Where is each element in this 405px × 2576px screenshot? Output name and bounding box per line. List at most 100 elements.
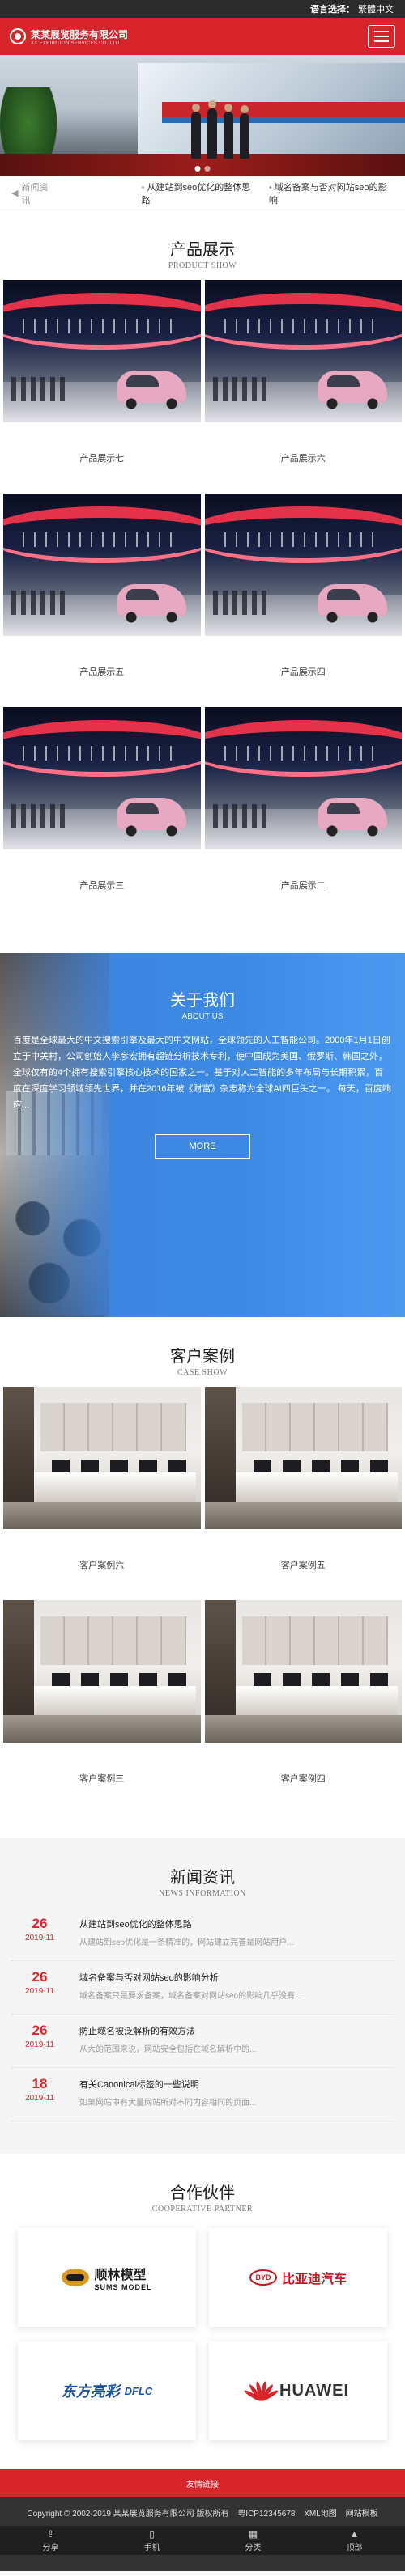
product-image (3, 280, 201, 422)
product-image (204, 494, 402, 636)
hero-banner[interactable] (0, 55, 405, 176)
cases-subtitle: CASE SHOW (177, 1368, 228, 1377)
case-card[interactable]: 客户案例三 (3, 1600, 201, 1814)
template-link[interactable]: 网站模板 (346, 2510, 378, 2519)
site-header: 某某展览服务有限公司 XX EXHIBITION SERVICES CO.,LT… (0, 18, 405, 55)
nav-mobile[interactable]: ▯ 手机 (101, 2526, 202, 2555)
partner-grid: 顺林模型 SUMS MODEL BYD 比亚迪汽车 东方亮彩 DFLC HUAWE… (0, 2214, 405, 2440)
nav-top[interactable]: ▲ 顶部 (304, 2526, 405, 2555)
case-card[interactable]: 客户案例五 (204, 1387, 402, 1600)
product-image (3, 707, 201, 849)
news-item[interactable]: 26 2019-11 防止域名被泛解析的有效方法 从大的范围来说，网站安全包括在域名… (11, 2015, 394, 2068)
huawei-petal-icon (243, 2379, 279, 2403)
site-logo[interactable]: 某某展览服务有限公司 XX EXHIBITION SERVICES CO.,LT… (10, 28, 128, 46)
nav-share[interactable]: ⇪ 分享 (0, 2526, 101, 2555)
icp-link[interactable]: 粤ICP12345678 (237, 2510, 295, 2519)
case-image (204, 1600, 402, 1743)
partner-card[interactable]: BYD 比亚迪汽车 (209, 2228, 387, 2327)
news-item[interactable]: 18 2019-11 有关Canonical标签的一些说明 如果网站中有大量网站所对… (11, 2068, 394, 2121)
product-caption: 产品展示六 (280, 454, 326, 464)
product-card[interactable]: 产品展示三 (3, 707, 201, 921)
sums-logo-icon (62, 2269, 90, 2286)
case-caption: 客户案例四 (280, 1774, 326, 1784)
news-item-title: 域名备案与否对网站seo的影响分析 (79, 1973, 219, 1983)
company-name-en: XX EXHIBITION SERVICES CO.,LTD (31, 40, 120, 46)
company-name: 某某展览服务有限公司 (31, 28, 129, 40)
partner-card[interactable]: 东方亮彩 DFLC (18, 2341, 196, 2440)
news-item[interactable]: 26 2019-11 域名备案与否对网站seo的影响分析 域名备案只是要求备案，域名… (11, 1961, 394, 2015)
cases-heading: 客户案例 CASE SHOW (0, 1317, 405, 1377)
dflc-logo: 东方亮彩 DFLC (61, 2383, 153, 2400)
friend-links-bar[interactable]: 友情链接 (0, 2469, 405, 2497)
menu-button[interactable] (368, 25, 395, 48)
partners-title: 合作伙伴 (170, 2184, 235, 2202)
nav-category[interactable]: ▦ 分类 (202, 2526, 304, 2555)
news-heading: 新闻资讯 NEWS INFORMATION (0, 1838, 405, 1898)
sums-model-logo: 顺林模型 SUMS MODEL (62, 2264, 151, 2291)
case-image (3, 1600, 201, 1743)
product-caption: 产品展示三 (79, 881, 125, 891)
about-section: 关于我们 ABOUT US 百度是全球最大的中文搜索引擎及最大的中文网站，全球领… (0, 953, 405, 1317)
case-caption: 客户案例五 (280, 1561, 326, 1570)
news-day: 18 (32, 2076, 48, 2091)
xml-sitemap-link[interactable]: XML地图 (304, 2510, 337, 2519)
product-card[interactable]: 产品展示六 (204, 280, 402, 494)
partners-heading: 合作伙伴 COOPERATIVE PARTNER (0, 2154, 405, 2214)
hamburger-icon (374, 31, 389, 32)
news-section: 新闻资讯 NEWS INFORMATION 26 2019-11 从建站到seo优… (0, 1838, 405, 2154)
news-ticker: ◀ 新闻资讯 从建站到seo优化的整体思路 域名备案与否对网站seo的影响 (0, 176, 405, 210)
product-caption: 产品展示五 (79, 667, 125, 677)
product-image (204, 280, 402, 422)
news-item-desc: 从大的范围来说，网站安全包括在域名解析中的... (79, 2045, 257, 2054)
case-grid: 客户案例六 客户案例五 客户案例三 客户案例四 (0, 1377, 405, 1814)
news-day: 26 (32, 2023, 48, 2038)
ticker-item[interactable]: 从建站到seo优化的整体思路 (142, 180, 258, 206)
ticker-label: ◀ 新闻资讯 (11, 182, 49, 205)
case-caption: 客户案例三 (79, 1774, 125, 1784)
product-card[interactable]: 产品展示四 (204, 494, 402, 707)
product-card[interactable]: 产品展示七 (3, 280, 201, 494)
product-caption: 产品展示二 (280, 881, 326, 891)
case-card[interactable]: 客户案例四 (204, 1600, 402, 1814)
partners-subtitle: COOPERATIVE PARTNER (151, 2205, 254, 2214)
news-title: 新闻资讯 (170, 1869, 235, 1887)
product-image (3, 494, 201, 636)
bottom-nav: ⇪ 分享 ▯ 手机 ▦ 分类 ▲ 顶部 (0, 2526, 405, 2555)
share-icon: ⇪ (46, 2527, 55, 2540)
byd-logo: BYD 比亚迪汽车 (249, 2268, 347, 2287)
news-month: 2019-11 (25, 2094, 54, 2103)
products-subtitle: PRODUCT SHOW (168, 261, 237, 270)
banner-dot[interactable] (194, 166, 201, 172)
news-subtitle: NEWS INFORMATION (159, 1889, 246, 1898)
case-image (204, 1387, 402, 1529)
partner-card[interactable]: 顺林模型 SUMS MODEL (18, 2228, 196, 2327)
about-more-button[interactable]: MORE (155, 1134, 250, 1159)
banner-dot[interactable] (204, 166, 211, 172)
case-caption: 客户案例六 (79, 1561, 125, 1570)
ticker-item[interactable]: 域名备案与否对网站seo的影响 (269, 180, 394, 206)
product-card[interactable]: 产品展示五 (3, 494, 201, 707)
phone-icon: ▯ (149, 2527, 155, 2540)
news-month: 2019-11 (25, 1987, 54, 1996)
news-item-title: 防止域名被泛解析的有效方法 (79, 2027, 195, 2036)
case-card[interactable]: 客户案例六 (3, 1387, 201, 1600)
news-day: 26 (32, 1916, 48, 1931)
top-bar: 语言选择： 繁體中文 (0, 0, 405, 18)
case-image (3, 1387, 201, 1529)
friend-links-label: 友情链接 (186, 2480, 219, 2489)
product-card[interactable]: 产品展示二 (204, 707, 402, 921)
partner-card[interactable]: HUAWEI (209, 2341, 387, 2440)
logo-mark-icon (10, 28, 26, 44)
arrow-up-icon: ▲ (349, 2527, 360, 2540)
news-item[interactable]: 26 2019-11 从建站到seo优化的整体思路 从建站到seo优化是一条精准的，… (11, 1908, 394, 1961)
language-traditional-link[interactable]: 繁體中文 (358, 2, 394, 15)
speaker-icon: ◀ (11, 189, 19, 198)
product-caption: 产品展示四 (280, 667, 326, 677)
banner-pagination (194, 166, 211, 172)
cases-title: 客户案例 (170, 1348, 235, 1366)
news-list: 26 2019-11 从建站到seo优化的整体思路 从建站到seo优化是一条精准的，… (0, 1898, 405, 2121)
copyright-text: Copyright © 2002-2019 某某展览服务有限公司 版权所有 (27, 2510, 229, 2519)
news-item-desc: 如果网站中有大量网站所对不同内容相同的页面... (79, 2099, 257, 2108)
product-caption: 产品展示七 (79, 454, 125, 464)
about-title: 关于我们 (170, 992, 235, 1010)
